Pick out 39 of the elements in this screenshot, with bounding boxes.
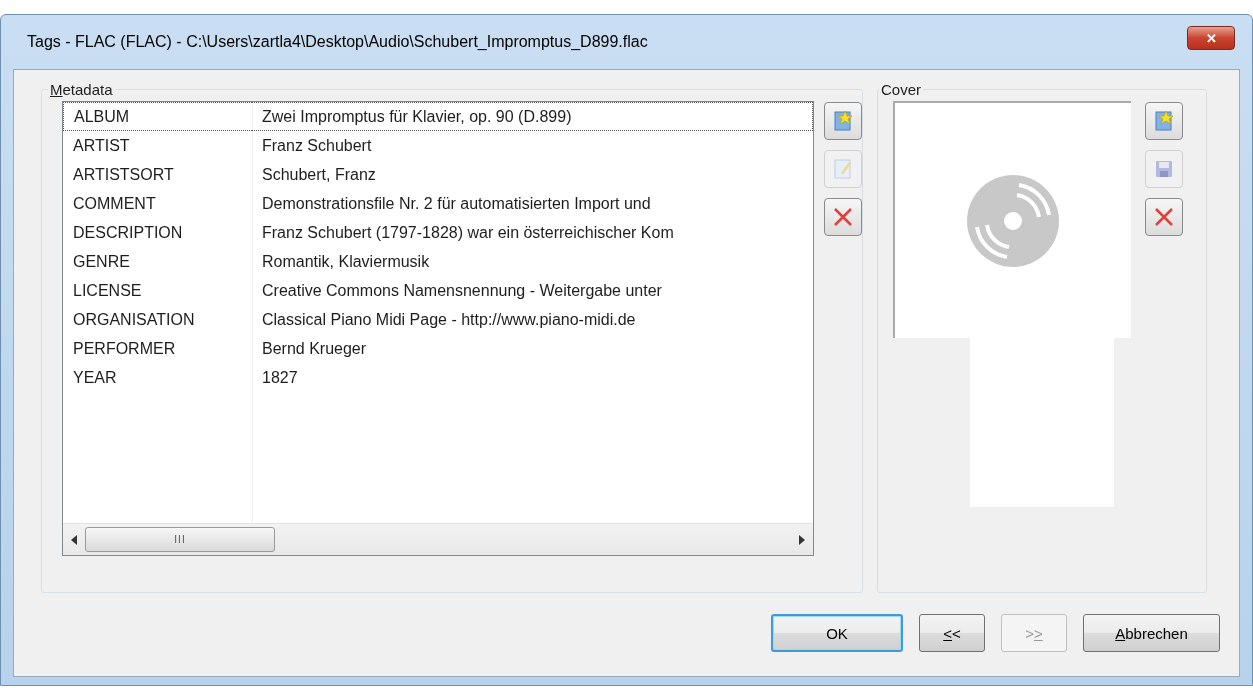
dialog-button[interactable]: OK <box>771 614 903 652</box>
tag-name[interactable]: ARTIST <box>63 131 252 160</box>
tag-name[interactable]: COMMENT <box>63 189 252 218</box>
tag-name[interactable]: ORGANISATION <box>63 305 252 334</box>
close-button[interactable]: ✕ <box>1187 26 1235 50</box>
tag-name[interactable]: LICENSE <box>63 276 252 305</box>
tag-list[interactable] <box>62 101 814 556</box>
tag-value[interactable]: Franz Schubert (1797-1828) war ein österreichischer Kom <box>252 218 813 247</box>
disc-icon <box>965 172 1061 269</box>
dialog-button[interactable]: << <box>919 614 985 652</box>
scroll-thumb[interactable]: III <box>85 527 275 552</box>
tag-name[interactable]: YEAR <box>63 363 252 392</box>
tag-value[interactable]: Zwei Impromptus für Klavier, op. 90 (D.899) <box>252 102 813 131</box>
tag-name[interactable]: PERFORMER <box>63 334 252 363</box>
delete-icon <box>1153 206 1175 228</box>
add-button[interactable] <box>1145 102 1183 140</box>
add-button[interactable] <box>824 102 862 140</box>
tag-value[interactable]: Demonstrationsfile Nr. 2 für automatisierten Import und <box>252 189 813 218</box>
horizontal-scrollbar[interactable]: III <box>63 523 813 555</box>
tag-value[interactable]: 1827 <box>252 363 813 392</box>
tag-value[interactable]: Romantik, Klaviermusik <box>252 247 813 276</box>
tag-value[interactable]: Bernd Krueger <box>252 334 813 363</box>
tag-value[interactable]: Creative Commons Namensnennung - Weitergabe unter <box>252 276 813 305</box>
edit-icon <box>833 158 853 180</box>
tag-value[interactable]: Schubert, Franz <box>252 160 813 189</box>
tag-value[interactable]: Franz Schubert <box>252 131 813 160</box>
window-title: Tags - FLAC (FLAC) - C:\Users\zartla4\Desktop\Audio\Schubert_Impromptus_D899.flac <box>27 33 648 51</box>
save-icon <box>1154 159 1174 179</box>
group-title: Metadata <box>49 81 114 98</box>
dialog-button[interactable]: Abbrechen <box>1083 614 1220 652</box>
delete-button[interactable] <box>1145 198 1183 236</box>
tag-name[interactable]: DESCRIPTION <box>63 218 252 247</box>
delete-icon <box>832 206 854 228</box>
tag-name[interactable]: ALBUM <box>63 102 252 131</box>
tag-value[interactable]: Classical Piano Midi Page - http://www.piano-midi.de <box>252 305 813 334</box>
group-title: Cover <box>880 81 922 98</box>
delete-button[interactable] <box>824 198 862 236</box>
tag-name[interactable]: GENRE <box>63 247 252 276</box>
tag-name[interactable]: ARTISTSORT <box>63 160 252 189</box>
